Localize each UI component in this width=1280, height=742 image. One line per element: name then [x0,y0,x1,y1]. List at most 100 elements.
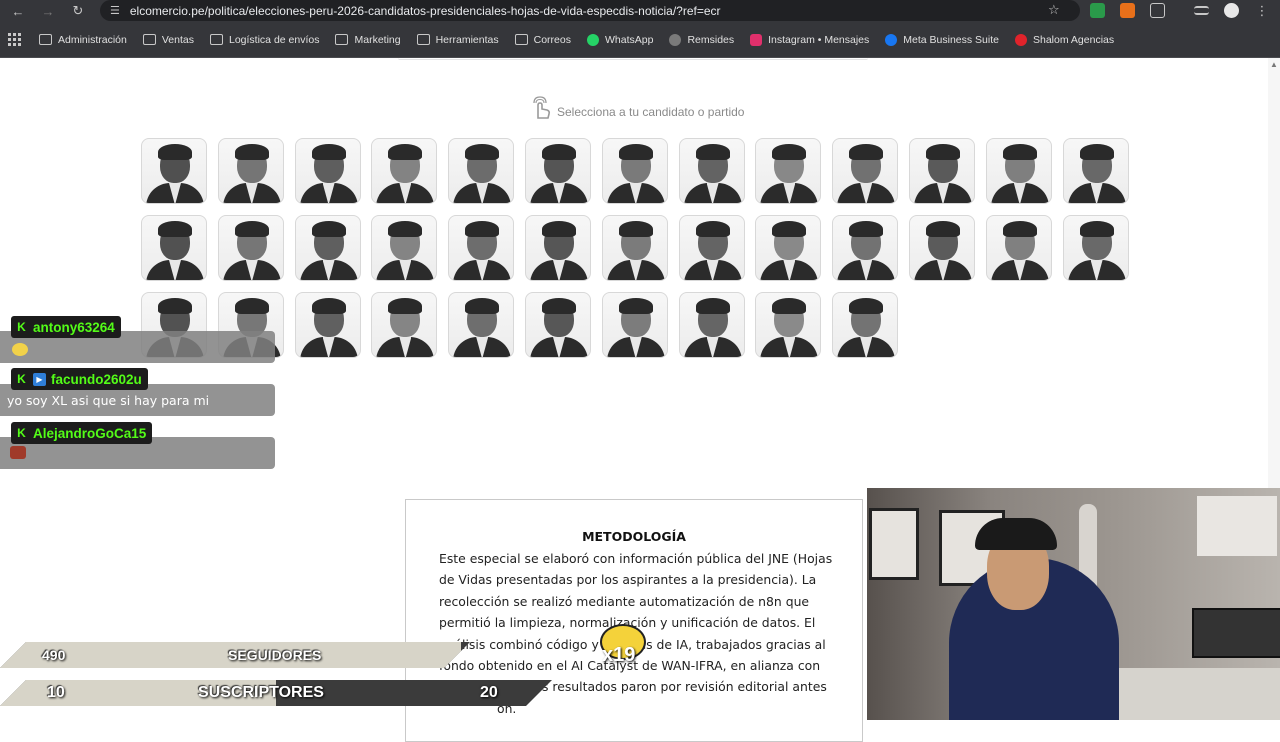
candidate-card[interactable] [217,138,284,204]
candidate-photo-hair [849,221,884,237]
candidate-card[interactable] [448,138,515,204]
apps-grid-icon[interactable] [8,33,21,46]
candidate-card[interactable] [678,215,745,281]
candidate-photo-hair [1002,221,1037,237]
menu-dots-icon[interactable]: ⋮ [1248,0,1276,22]
candidate-photo-hair [234,298,269,314]
site-info-icon[interactable]: ☰ [110,4,120,17]
candidate-photo-hair [311,221,346,237]
candidate-photo-hair [695,221,730,237]
browser-toolbar: ← → ↻ ☰ elcomercio.pe/politica/eleccione… [0,0,1280,22]
candidate-card[interactable] [832,215,899,281]
bookmark-meta-business[interactable]: Meta Business Suite [885,33,999,46]
candidate-photo-hair [926,144,960,160]
bookmark-marketing[interactable]: Marketing [335,34,401,46]
bookmark-label: Logística de envíos [229,33,320,46]
candidate-card[interactable] [832,138,899,204]
candidate-photo-hair [772,298,807,314]
candidate-card[interactable] [678,138,745,204]
instagram-icon [750,33,763,46]
profile-avatar-icon[interactable] [1224,3,1239,18]
candidate-card[interactable] [985,138,1052,204]
candidate-photo-hair [618,221,653,237]
bookmark-ventas[interactable]: Ventas [142,33,194,46]
candidate-card[interactable] [985,215,1052,281]
bookmark-label: Ventas [161,33,194,46]
chat-username: facundo2602u [51,371,142,387]
candidate-card[interactable] [141,138,207,204]
candidate-card[interactable] [601,215,668,281]
candidate-photo-hair [158,144,192,160]
candidate-photo-hair [158,221,192,237]
candidate-card[interactable] [755,292,822,358]
bookmark-star-icon[interactable]: ☆ [1048,2,1060,18]
chat-user-tag: K AlejandroGoCa15 [11,422,153,444]
media-control-icon[interactable] [1194,6,1209,15]
chat-message-text: yo soy XL asi que si hay para mi [7,393,210,408]
candidate-photo-hair [465,221,500,237]
subscribers-goal-bar: 10 SUSCRIPTORES 20 [0,680,552,706]
forward-icon[interactable]: → [34,0,62,22]
candidate-card[interactable] [909,138,975,204]
scroll-up-icon[interactable]: ▲ [1268,60,1280,69]
candidate-card[interactable] [141,215,207,281]
candidate-card[interactable] [1062,215,1129,281]
prompt-text: Selecciona a tu candidato o partido [557,105,745,119]
meta-icon [885,33,898,46]
candidate-card[interactable] [371,292,438,358]
candidate-card[interactable] [1062,138,1129,204]
back-icon[interactable]: ← [4,0,32,22]
candidate-card[interactable] [294,292,361,358]
subscribers-target: 20 [480,684,498,701]
candidate-photo-hair [849,144,884,160]
bookmark-label: Instagram • Mensajes [768,33,870,46]
candidate-photo-hair [388,298,423,314]
candidate-card[interactable] [525,215,591,281]
chat-emote-icon [10,446,26,459]
followers-label: SEGUIDORES [228,647,322,663]
bookmark-remsides[interactable]: Remsides [669,33,734,46]
candidate-photo-hair [542,144,576,160]
candidate-card[interactable] [217,215,284,281]
candidate-card[interactable] [525,292,591,358]
candidate-card[interactable] [294,138,361,204]
bookmark-logistica[interactable]: Logística de envíos [210,34,319,46]
candidate-card[interactable] [448,215,515,281]
subscribers-current: 10 [47,684,65,701]
chat-user-tag: K ▶ facundo2602u [11,368,148,390]
candidate-card[interactable] [371,138,438,204]
bookmark-whatsapp[interactable]: WhatsApp [586,33,653,46]
subscribers-label: SUSCRIPTORES [198,684,324,701]
candidate-card[interactable] [601,138,668,204]
bookmark-instagram[interactable]: Instagram • Mensajes [750,33,870,46]
candidate-card[interactable] [525,138,591,204]
bookmark-correos[interactable]: Correos [514,34,571,46]
bookmarks-bar: Administración Ventas Logística de envío… [0,22,1280,58]
bookmark-herramientas[interactable]: Herramientas [416,34,499,46]
kick-badge-icon: K [15,372,28,386]
bookmark-administracion[interactable]: Administración [39,34,127,46]
candidate-card[interactable] [755,138,822,204]
candidate-card[interactable] [755,215,822,281]
candidate-card[interactable] [909,215,975,281]
candidate-card[interactable] [371,215,438,281]
candidate-card[interactable] [448,292,515,358]
sheets-extension-icon[interactable] [1090,3,1105,18]
candidate-card[interactable] [294,215,361,281]
candidate-prompt: Selecciona a tu candidato o partido [528,94,744,120]
candidate-card[interactable] [832,292,899,358]
folder-icon [335,34,349,45]
extension-orange-icon[interactable] [1120,3,1135,18]
kick-badge-icon: K [15,320,28,334]
verified-badge-icon: ▶ [33,372,46,386]
reload-icon[interactable]: ↻ [64,0,92,22]
candidate-photo-hair [311,144,346,160]
candidate-photo-hair [158,298,192,314]
bookmark-shalom[interactable]: Shalom Agencias [1014,33,1114,46]
candidate-card[interactable] [601,292,668,358]
address-bar[interactable]: ☰ elcomercio.pe/politica/elecciones-peru… [100,0,1080,21]
candidate-card[interactable] [678,292,745,358]
section-divider [398,58,868,60]
kick-badge-icon: K [15,426,28,440]
extensions-puzzle-icon[interactable] [1150,3,1165,18]
